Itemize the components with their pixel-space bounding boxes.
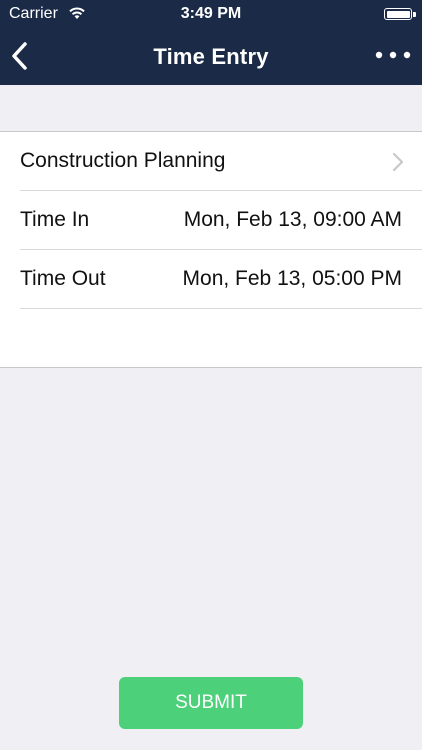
more-options-icon[interactable]	[372, 42, 414, 68]
top-bar: Carrier 3:49 PM Time Entry	[0, 0, 422, 85]
project-label: Construction Planning	[20, 149, 226, 172]
navigation-bar: Time Entry	[0, 30, 422, 85]
time-out-value[interactable]: Mon, Feb 13, 05:00 PM	[183, 267, 402, 291]
battery-icon	[384, 8, 416, 20]
chevron-right-icon	[392, 152, 404, 172]
status-bar: Carrier 3:49 PM	[0, 0, 422, 30]
status-time: 3:49 PM	[180, 5, 242, 22]
page-title: Time Entry	[153, 44, 269, 69]
project-row[interactable]: Construction Planning	[20, 132, 422, 191]
time-in-value[interactable]: Mon, Feb 13, 09:00 AM	[184, 208, 402, 232]
time-out-row[interactable]: Time Out Mon, Feb 13, 05:00 PM	[20, 250, 422, 309]
time-entry-form: Construction Planning Time In Mon, Feb 1…	[0, 131, 422, 368]
time-in-label: Time In	[20, 208, 90, 231]
submit-button[interactable]: SUBMIT	[119, 677, 303, 729]
time-in-row[interactable]: Time In Mon, Feb 13, 09:00 AM	[20, 191, 422, 250]
time-out-label: Time Out	[20, 267, 106, 290]
